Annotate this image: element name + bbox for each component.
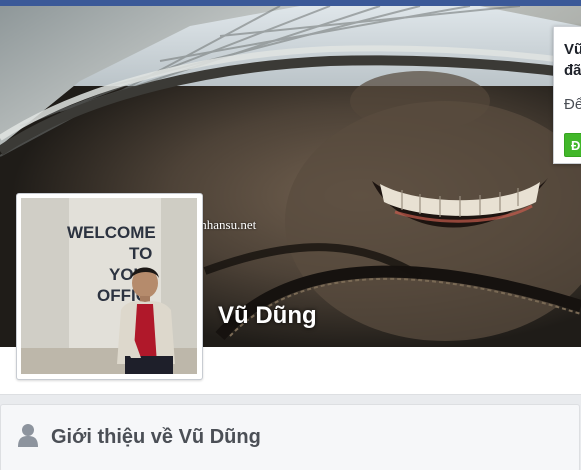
add-friend-popup: Vũ đã Để Đ bbox=[553, 26, 581, 164]
sign-line-welcome: WELCOME bbox=[67, 223, 156, 242]
friend-popup-title-line2: đã bbox=[564, 62, 581, 79]
profile-name[interactable]: Vũ Dũng bbox=[218, 302, 317, 330]
profile-picture-frame[interactable]: WELCOME TO YOU OFFIC bbox=[16, 193, 203, 380]
person-icon bbox=[18, 424, 38, 447]
facebook-profile-page: Blognhansu.net Vũ Dũng WELCOME TO YOU OF… bbox=[0, 0, 581, 470]
profile-picture[interactable]: WELCOME TO YOU OFFIC bbox=[21, 198, 197, 374]
friend-popup-description: Để bbox=[564, 96, 581, 113]
about-section: Giới thiệu về Vũ Dũng bbox=[0, 404, 580, 470]
friend-popup-title-line1: Vũ bbox=[564, 41, 581, 58]
sign-line-to: TO bbox=[129, 244, 152, 263]
add-friend-button[interactable]: Đ bbox=[564, 133, 581, 157]
friend-popup-title: Vũ đã bbox=[564, 39, 581, 81]
profile-header-card: Blognhansu.net Vũ Dũng WELCOME TO YOU OF… bbox=[0, 6, 581, 395]
about-section-title[interactable]: Giới thiệu về Vũ Dũng bbox=[51, 426, 261, 449]
profile-picture-image: WELCOME TO YOU OFFIC bbox=[21, 198, 197, 374]
